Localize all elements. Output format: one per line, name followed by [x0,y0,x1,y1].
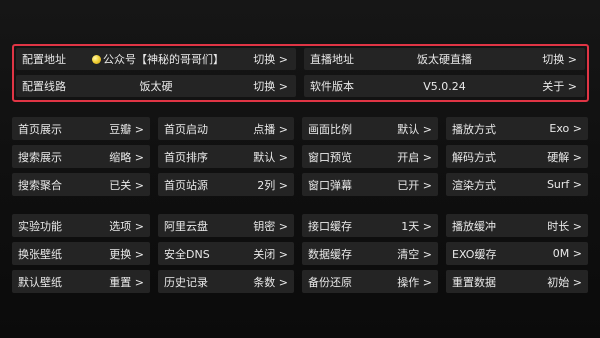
setting-label: 首页展示 [18,122,62,136]
setting-value: 2列 > [257,178,288,192]
setting-label: 实验功能 [18,219,62,233]
setting-value: 开启 > [397,150,432,164]
setting-change-wallpaper[interactable]: 换张壁纸 更换 > [12,242,150,265]
setting-label: 播放方式 [452,122,496,136]
setting-label: 窗口预览 [308,150,352,164]
switch-live-button[interactable]: 切换 > [542,51,577,67]
setting-label: 换张壁纸 [18,247,62,261]
setting-home-launch[interactable]: 首页启动 点播 > [158,117,294,140]
about-button[interactable]: 关于 > [542,78,577,94]
setting-home-source[interactable]: 首页站源 2列 > [158,173,294,196]
setting-aliyun-drive[interactable]: 阿里云盘 钥密 > [158,214,294,237]
setting-exo-cache[interactable]: EXO缓存 0M > [446,242,588,265]
setting-value: 更换 > [109,247,144,261]
setting-label: 备份还原 [308,275,352,289]
setting-home-sort[interactable]: 首页排序 默认 > [158,145,294,168]
setting-value: 豆瓣 > [109,122,144,136]
setting-value: Surf > [546,178,582,191]
setting-label: 历史记录 [164,275,208,289]
setting-value: 缩略 > [109,150,144,164]
yellow-coin-icon [92,55,101,64]
setting-value: 钥密 > [253,219,288,233]
setting-label: 画面比例 [308,122,352,136]
setting-value: 初始 > [547,275,582,289]
setting-label: 默认壁纸 [18,275,62,289]
config-address-value: 公众号【神秘的哥哥们】 [92,51,224,67]
live-address-row[interactable]: 直播地址 饭太硬直播 切换 > [304,48,585,70]
setting-render-mode[interactable]: 渲染方式 Surf > [446,173,588,196]
setting-history[interactable]: 历史记录 条数 > [158,270,294,293]
switch-config-button[interactable]: 切换 > [253,51,288,67]
setting-home-display[interactable]: 首页展示 豆瓣 > [12,117,150,140]
config-line-row[interactable]: 配置线路 饭太硬 切换 > [16,75,296,97]
setting-decode-mode[interactable]: 解码方式 硬解 > [446,145,588,168]
setting-label: 渲染方式 [452,178,496,192]
setting-label: 播放缓冲 [452,219,496,233]
setting-value: 条数 > [253,275,288,289]
setting-label: 首页站源 [164,178,208,192]
setting-reset-data[interactable]: 重置数据 初始 > [446,270,588,293]
setting-label: 重置数据 [452,275,496,289]
setting-window-danmaku[interactable]: 窗口弹幕 已开 > [302,173,438,196]
setting-experimental[interactable]: 实验功能 选项 > [12,214,150,237]
setting-api-cache[interactable]: 接口缓存 1天 > [302,214,438,237]
setting-value: 1天 > [401,219,432,233]
setting-search-aggregate[interactable]: 搜索聚合 已关 > [12,173,150,196]
setting-label: 首页启动 [164,122,208,136]
setting-value: 点播 > [253,122,288,136]
setting-search-display[interactable]: 搜索展示 缩略 > [12,145,150,168]
config-address-row[interactable]: 配置地址 公众号【神秘的哥哥们】 切换 > [16,48,296,70]
setting-label: 接口缓存 [308,219,352,233]
setting-label: 窗口弹幕 [308,178,352,192]
setting-label: 搜索聚合 [18,178,62,192]
setting-value: 已关 > [109,178,144,192]
setting-label: 解码方式 [452,150,496,164]
setting-label: EXO缓存 [452,247,497,261]
setting-label: 数据缓存 [308,247,352,261]
config-address-label: 配置地址 [22,53,66,66]
setting-value: 时长 > [547,219,582,233]
setting-value: 0M > [552,247,582,260]
setting-value: 已开 > [397,178,432,192]
software-version-row[interactable]: 软件版本 V5.0.24 关于 > [304,75,585,97]
setting-label: 安全DNS [164,247,210,261]
setting-play-mode[interactable]: 播放方式 Exo > [446,117,588,140]
setting-secure-dns[interactable]: 安全DNS 关闭 > [158,242,294,265]
setting-value: 操作 > [397,275,432,289]
setting-value: 重置 > [109,275,144,289]
setting-label: 搜索展示 [18,150,62,164]
setting-aspect-ratio[interactable]: 画面比例 默认 > [302,117,438,140]
setting-label: 阿里云盘 [164,219,208,233]
setting-value: 清空 > [397,247,432,261]
setting-value: 默认 > [397,122,432,136]
switch-line-button[interactable]: 切换 > [253,78,288,94]
setting-label: 首页排序 [164,150,208,164]
setting-value: 硬解 > [547,150,582,164]
setting-backup-restore[interactable]: 备份还原 操作 > [302,270,438,293]
setting-value: Exo > [549,122,582,135]
setting-value: 选项 > [109,219,144,233]
setting-data-cache[interactable]: 数据缓存 清空 > [302,242,438,265]
setting-value: 默认 > [253,150,288,164]
setting-default-wallpaper[interactable]: 默认壁纸 重置 > [12,270,150,293]
setting-value: 关闭 > [253,247,288,261]
setting-play-buffer[interactable]: 播放缓冲 时长 > [446,214,588,237]
setting-window-preview[interactable]: 窗口预览 开启 > [302,145,438,168]
